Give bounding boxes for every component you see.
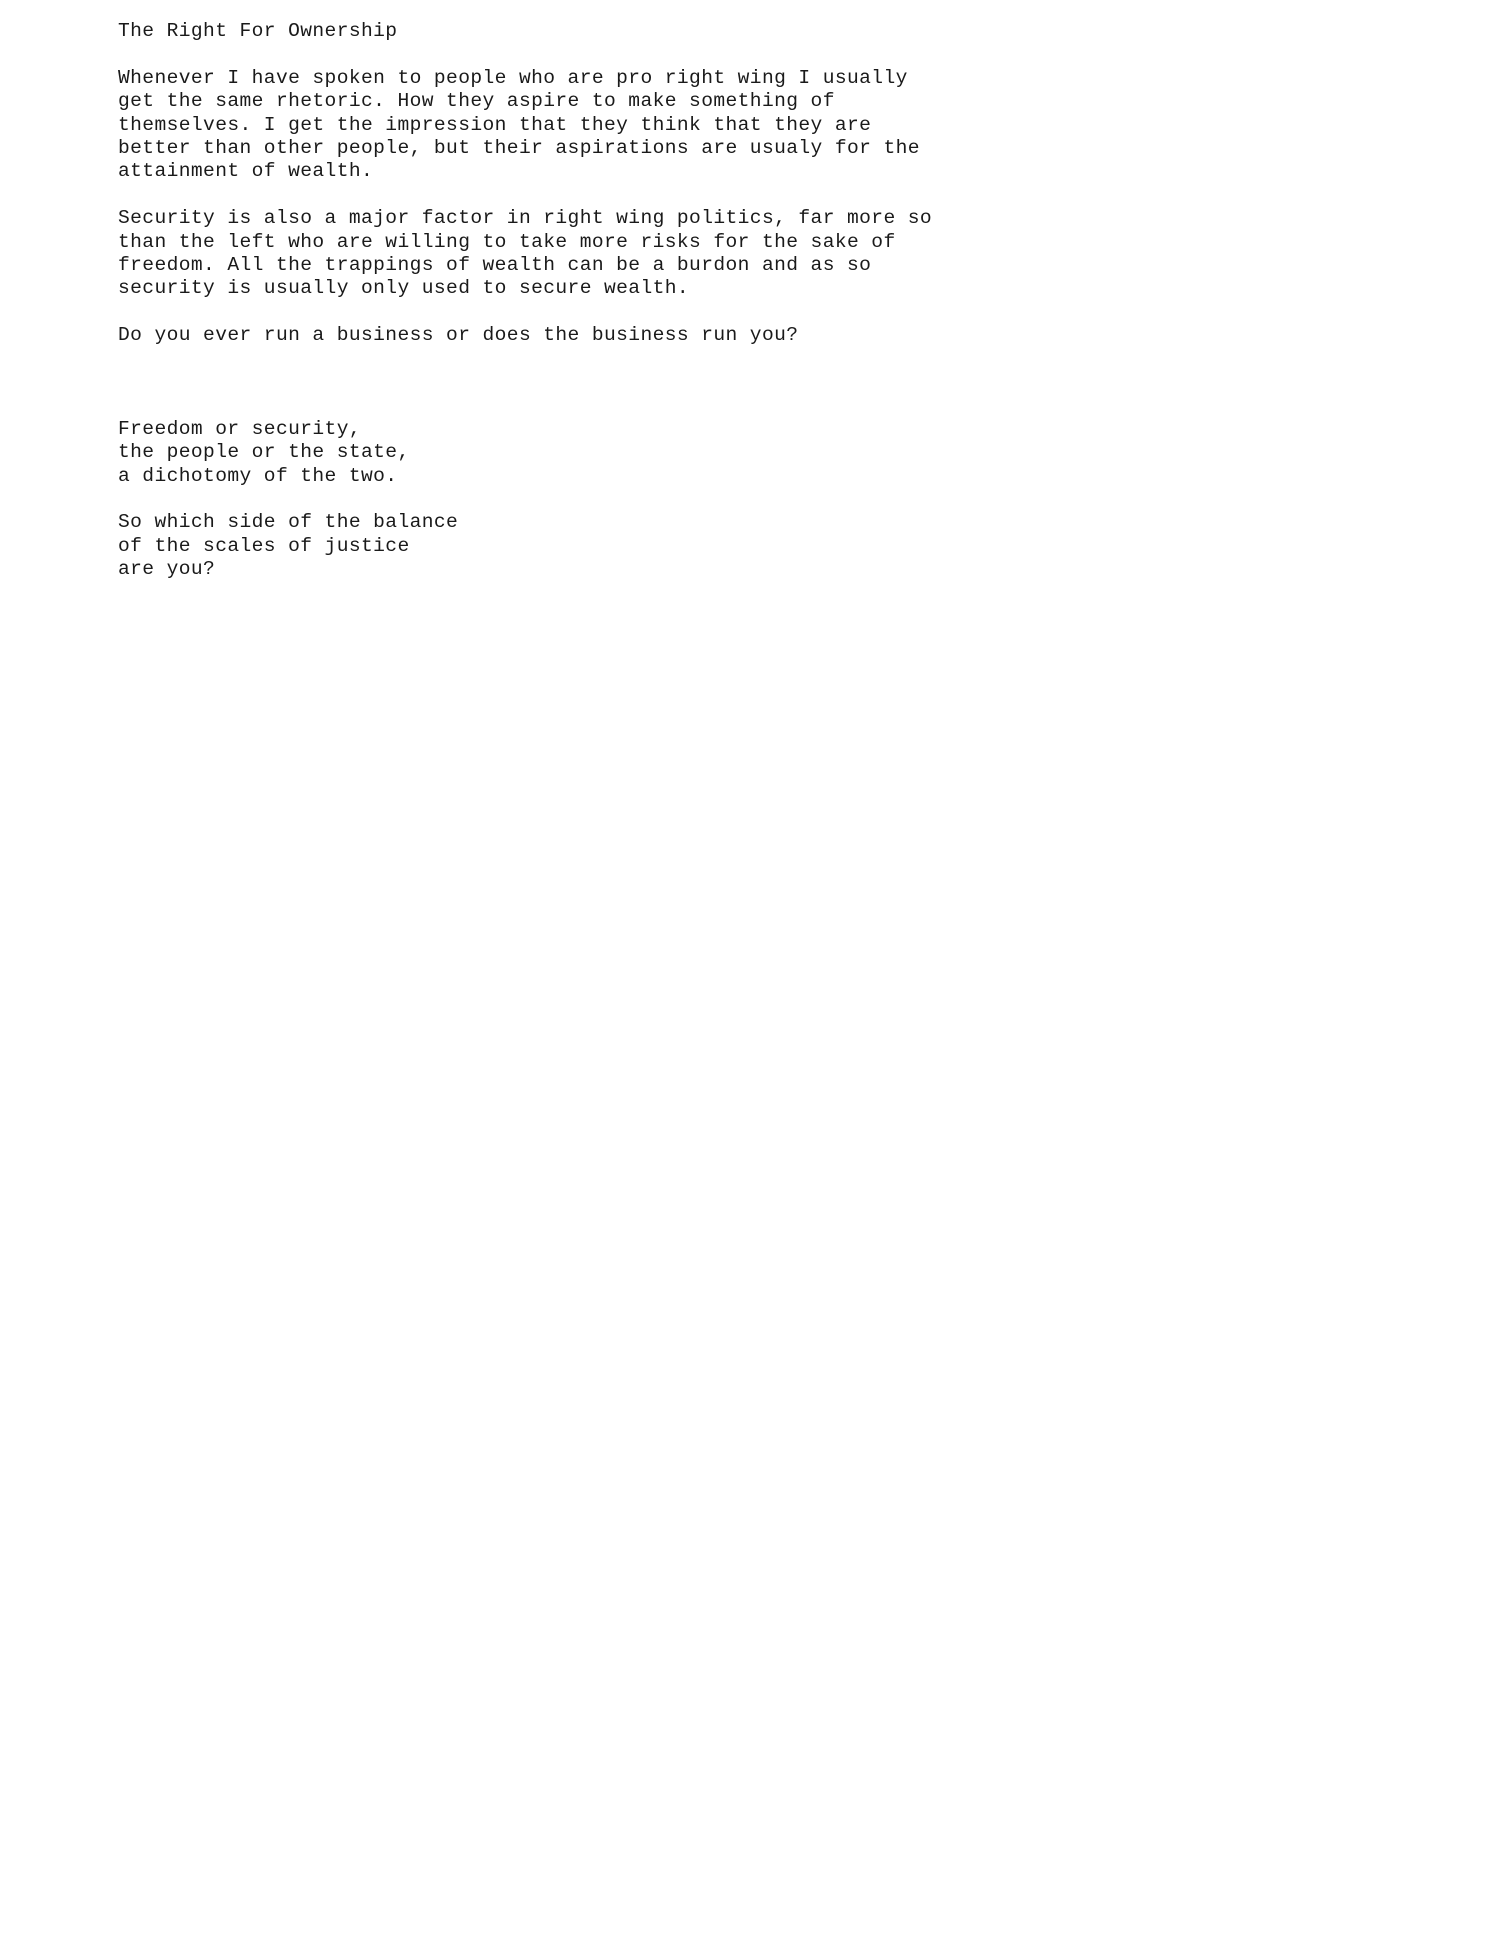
paragraph-line: Security is also a major factor in right… — [118, 207, 933, 230]
paragraph-line: attainment of wealth. — [118, 160, 374, 183]
paragraph-1: Whenever I have spoken to people who are… — [118, 67, 1418, 184]
paragraph-line: freedom. All the trappings of wealth can… — [118, 254, 872, 277]
paragraph-line: security is usually only used to secure … — [118, 277, 690, 300]
paragraph-3: Do you ever run a business or does the b… — [118, 324, 1418, 347]
verse-stanza-1: Freedom or security, the people or the s… — [118, 418, 1418, 488]
verse-line: the people or the state, — [118, 441, 410, 464]
paragraph-line: get the same rhetoric. How they aspire t… — [118, 90, 835, 113]
paragraph-line: than the left who are willing to take mo… — [118, 230, 896, 253]
title-line: The Right For Ownership — [118, 20, 398, 42]
paragraph-line: Whenever I have spoken to people who are… — [118, 66, 908, 89]
paragraph-line: better than other people, but their aspi… — [118, 137, 920, 160]
verse-line: of the scales of justice — [118, 534, 410, 557]
paragraph-line: themselves. I get the impression that th… — [118, 113, 872, 136]
verse-line: are you? — [118, 558, 216, 581]
verse-line: a dichotomy of the two. — [118, 464, 398, 487]
verse-line: Freedom or security, — [118, 417, 362, 440]
verse-line: So which side of the balance — [118, 511, 459, 534]
document-page: The Right For Ownership Whenever I have … — [0, 0, 1500, 1941]
document-text-body: The Right For Ownership Whenever I have … — [118, 20, 1418, 582]
paragraph-line: Do you ever run a business or does the b… — [118, 324, 799, 347]
paragraph-2: Security is also a major factor in right… — [118, 207, 1418, 301]
document-title: The Right For Ownership — [118, 20, 1418, 43]
verse-stanza-2: So which side of the balance of the scal… — [118, 511, 1418, 581]
